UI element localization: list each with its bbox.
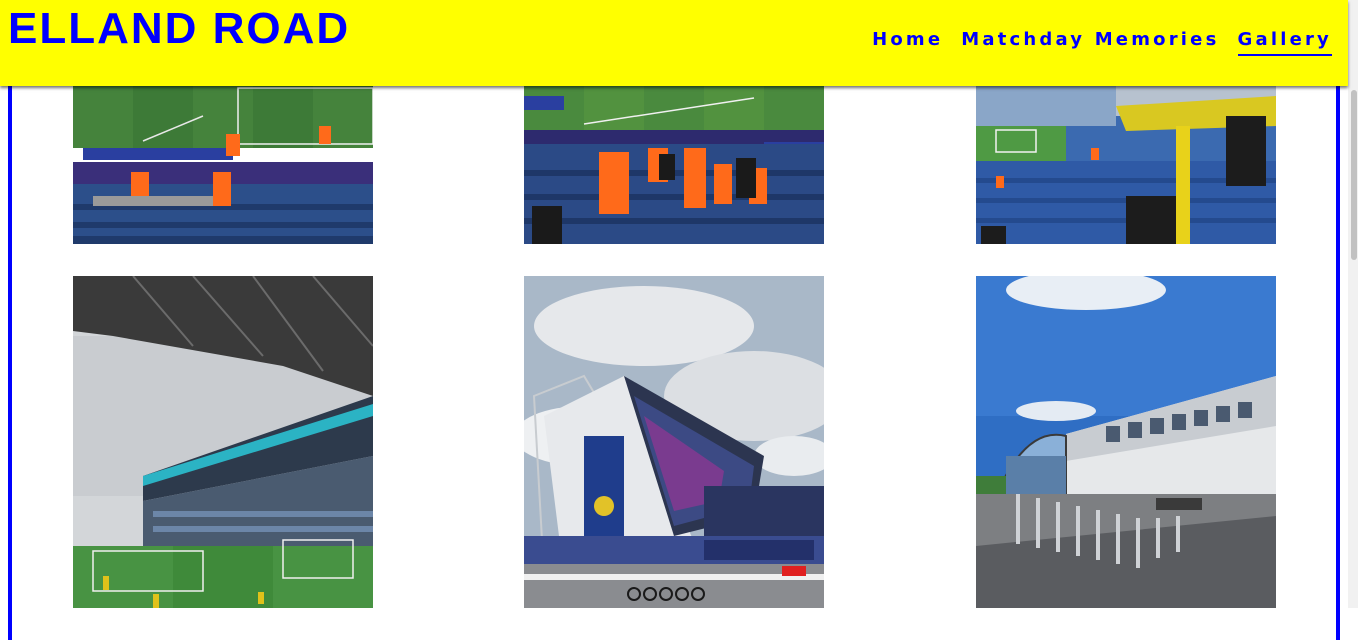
stadium-photo-image <box>73 86 373 244</box>
nav-link-home[interactable]: Home <box>872 28 943 56</box>
stadium-photo-image <box>976 86 1276 244</box>
nav-link-gallery[interactable]: Gallery <box>1237 28 1332 56</box>
nav-link-matchday-memories[interactable]: Matchday Memories <box>961 28 1219 56</box>
gallery-photo-2[interactable] <box>524 86 824 244</box>
stadium-photo-image <box>976 276 1276 608</box>
gallery-photo-6[interactable] <box>976 276 1276 608</box>
gallery-photo-5[interactable] <box>524 276 824 608</box>
site-title[interactable]: ELLAND ROAD <box>8 4 350 54</box>
scrollbar-thumb[interactable] <box>1351 90 1357 260</box>
stadium-photo-image <box>524 276 824 608</box>
gallery-photo-3[interactable] <box>976 86 1276 244</box>
stadium-photo-image <box>524 86 824 244</box>
main-nav: Home Matchday Memories Gallery <box>872 28 1332 56</box>
stadium-photo-image <box>73 276 373 608</box>
gallery-photo-4[interactable] <box>73 276 373 608</box>
site-header: ELLAND ROAD Home Matchday Memories Galle… <box>0 0 1348 86</box>
gallery-photo-1[interactable] <box>73 86 373 244</box>
